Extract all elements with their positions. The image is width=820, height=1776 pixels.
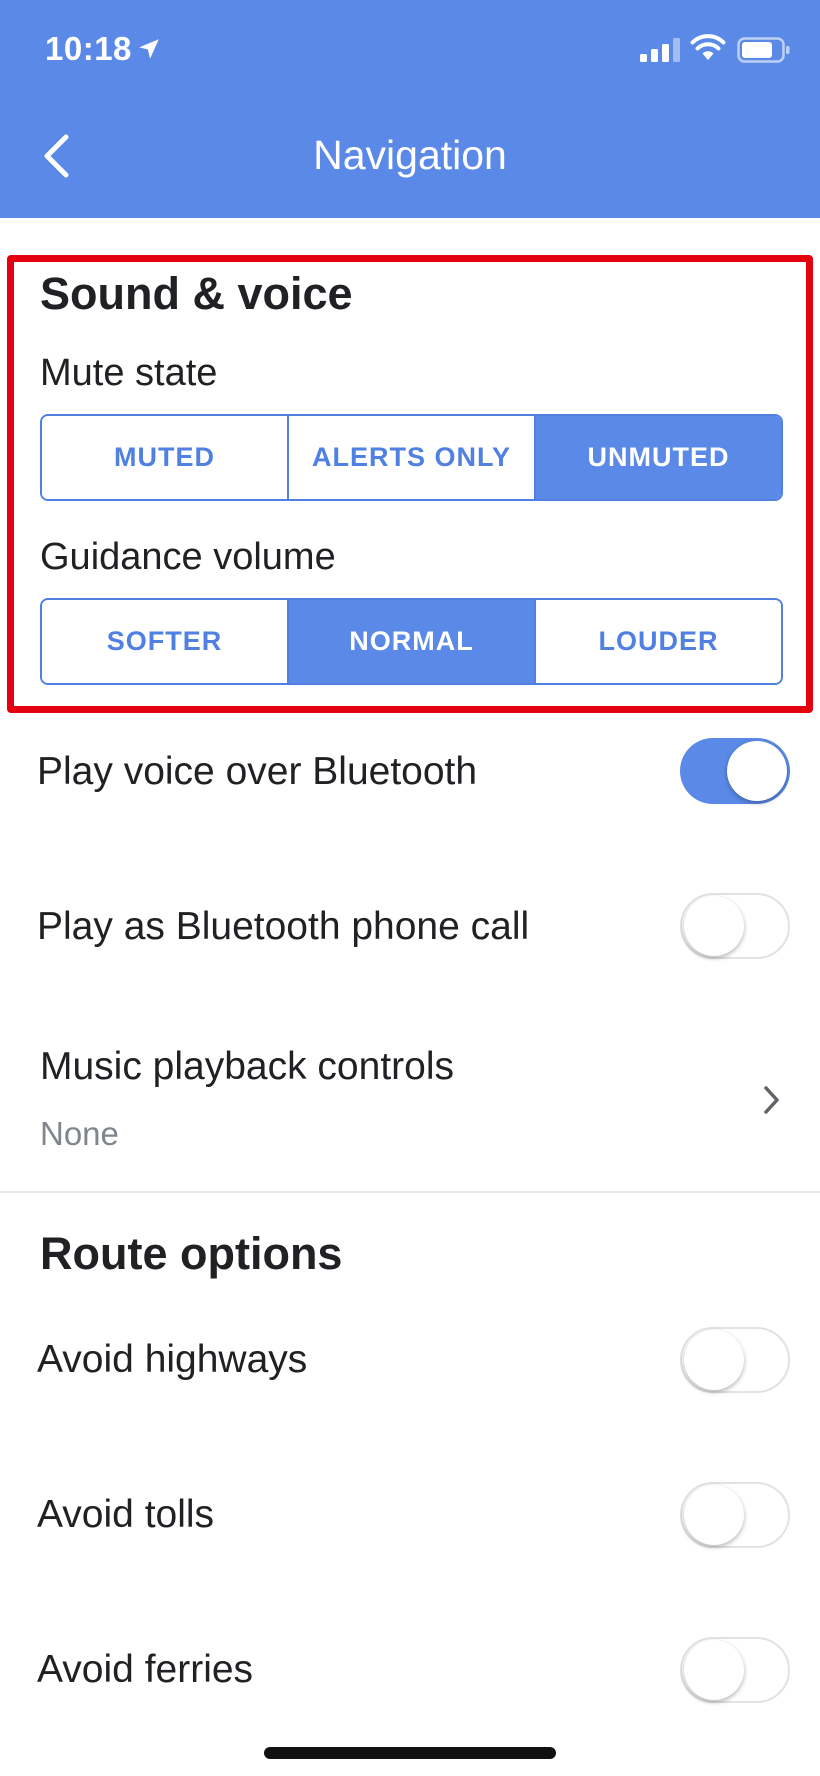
section-divider [0,1191,820,1193]
status-time: 10:18 [45,30,132,67]
cellular-signal-icon [640,38,680,62]
location-arrow-icon [139,39,159,59]
guidance-volume-segmented-control: SOFTER NORMAL LOUDER [40,598,783,685]
play-voice-bluetooth-label: Play voice over Bluetooth [37,750,478,793]
music-playback-label: Music playback controls [40,1045,454,1088]
avoid-highways-label: Avoid highways [37,1338,308,1381]
mute-state-label: Mute state [40,352,218,394]
mute-state-option-muted[interactable]: MUTED [42,416,287,499]
music-playback-value: None [40,1115,119,1152]
chevron-right-icon [764,1086,779,1114]
avoid-highways-toggle[interactable] [680,1327,790,1393]
app-bar: 10:18 Navigation [0,0,820,218]
mute-state-segmented-control: MUTED ALERTS ONLY UNMUTED [40,414,783,501]
play-voice-bluetooth-toggle[interactable] [680,738,790,804]
toggle-knob [727,741,787,801]
battery-icon [737,37,790,63]
guidance-volume-option-softer[interactable]: SOFTER [42,600,287,683]
play-bluetooth-call-label: Play as Bluetooth phone call [37,905,530,948]
mute-state-option-unmuted[interactable]: UNMUTED [534,416,781,499]
toggle-knob [684,1330,744,1390]
toggle-knob [684,1485,744,1545]
avoid-ferries-label: Avoid ferries [37,1648,254,1691]
route-options-section-title: Route options [40,1228,343,1279]
toggle-knob [684,1640,744,1700]
avoid-ferries-toggle[interactable] [680,1637,790,1703]
play-bluetooth-call-toggle[interactable] [680,893,790,959]
sound-voice-section-title: Sound & voice [40,268,353,319]
guidance-volume-option-normal[interactable]: NORMAL [287,600,534,683]
avoid-tolls-toggle[interactable] [680,1482,790,1548]
wifi-icon [690,34,726,60]
mute-state-option-alerts-only[interactable]: ALERTS ONLY [287,416,534,499]
toggle-knob [684,896,744,956]
page-title: Navigation [313,132,507,178]
avoid-tolls-label: Avoid tolls [37,1493,215,1536]
guidance-volume-label: Guidance volume [40,536,336,578]
home-indicator[interactable] [264,1747,556,1759]
guidance-volume-option-louder[interactable]: LOUDER [534,600,781,683]
